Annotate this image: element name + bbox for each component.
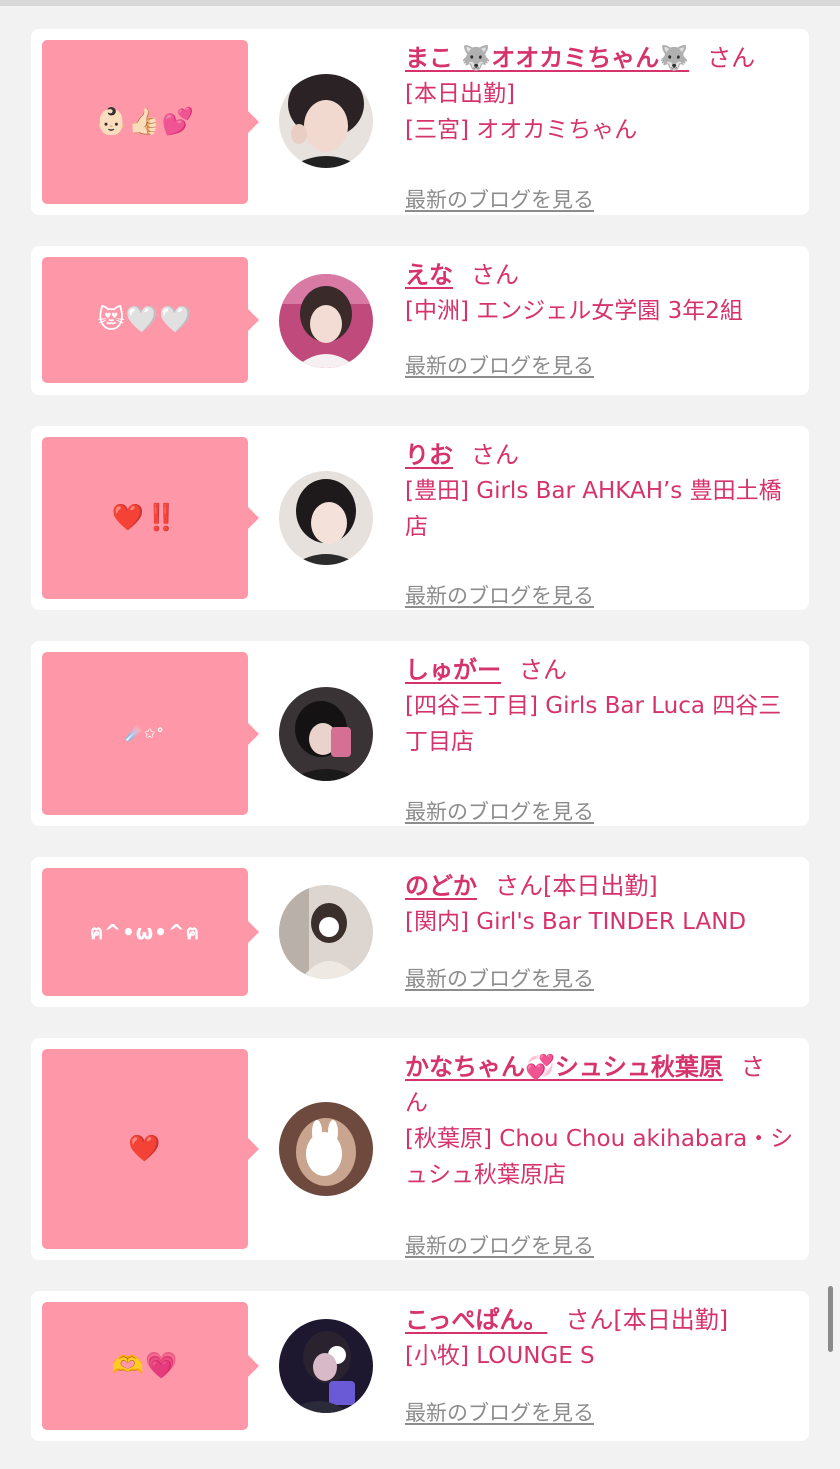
shop-line: [小牧] LOUNGE S xyxy=(405,1343,595,1369)
top-edge xyxy=(0,0,840,6)
girl-info: こっぺぱん。 さん[本日出勤] [小牧] LOUNGE S 最新のブログを見る xyxy=(405,1302,797,1425)
latest-blog-link[interactable]: 最新のブログを見る xyxy=(405,1397,594,1427)
girl-name-link[interactable]: のどか xyxy=(405,872,477,900)
girl-info: のどか さん[本日出勤] [関内] Girl's Bar TINDER LAND … xyxy=(405,868,797,991)
message-bubble: ❤️ xyxy=(42,1049,259,1249)
girl-name-link[interactable]: こっぺぱん。 xyxy=(405,1306,547,1334)
shop-line: [関内] Girl's Bar TINDER LAND xyxy=(405,909,747,935)
girl-card: 🫶💗 こっぺぱん。 さん[本日出勤] [小牧] LOUNGE S 最新のブログを見… xyxy=(31,1291,809,1441)
honorific: さん xyxy=(471,441,519,469)
latest-blog-link[interactable]: 最新のブログを見る xyxy=(405,580,594,610)
shop-line: ュシュ秋葉原店 xyxy=(405,1162,566,1188)
girl-card: 👶🏻👍🏻💕 まこ 🐺オオカミちゃん🐺 さん [本日出勤] [三宮] オオカミちゃん… xyxy=(31,29,809,215)
message-bubble: ฅ^•ω•^ฅ xyxy=(42,868,259,996)
girl-card: ☄️✩° しゅがー さん [四谷三丁目] Girls Bar Luca 四谷三 丁… xyxy=(31,641,809,826)
honorific: さん xyxy=(519,656,567,684)
shop-line: [中洲] エンジェル女学園 3年2組 xyxy=(405,298,743,324)
shop-line: [四谷三丁目] Girls Bar Luca 四谷三 xyxy=(405,693,782,719)
girl-name-link[interactable]: まこ 🐺オオカミちゃん🐺 xyxy=(405,44,689,72)
girl-info: まこ 🐺オオカミちゃん🐺 さん [本日出勤] [三宮] オオカミちゃん 最新のブロ… xyxy=(405,40,797,212)
shop-line: [豊田] Girls Bar AHKAH’s 豊田土橋 xyxy=(405,478,782,504)
girl-name-link[interactable]: えな xyxy=(405,261,453,289)
girl-name-link[interactable]: しゅがー xyxy=(405,656,501,684)
avatar[interactable] xyxy=(279,471,373,565)
honorific-status: さん[本日出勤] xyxy=(565,1306,729,1334)
girl-name-link[interactable]: りお xyxy=(405,441,453,469)
shop-line: [三宮] オオカミちゃん xyxy=(405,117,638,143)
avatar[interactable] xyxy=(279,1319,373,1413)
avatar[interactable] xyxy=(279,274,373,368)
shop-line: 丁目店 xyxy=(405,729,474,755)
girl-info: しゅがー さん [四谷三丁目] Girls Bar Luca 四谷三 丁目店 最新… xyxy=(405,652,797,824)
honorific: さん xyxy=(471,261,519,289)
shop-line: [秋葉原] Chou Chou akihabara・シ xyxy=(405,1126,794,1152)
latest-blog-link[interactable]: 最新のブログを見る xyxy=(405,963,594,993)
latest-blog-link[interactable]: 最新のブログを見る xyxy=(405,184,594,214)
status-line: [本日出勤] xyxy=(405,81,515,107)
message-bubble: 🫶💗 xyxy=(42,1302,259,1430)
honorific-status: さん[本日出勤] xyxy=(495,872,658,900)
honorific-wrap: ん xyxy=(405,1090,428,1116)
avatar[interactable] xyxy=(279,885,373,979)
scrollbar[interactable] xyxy=(828,1286,833,1352)
message-bubble: 😻🤍🤍 xyxy=(42,257,259,383)
girl-card: ฅ^•ω•^ฅ のどか さん[本日出勤] [関内] Girl's Bar TIND… xyxy=(31,857,809,1007)
shop-line: 店 xyxy=(405,514,428,540)
message-bubble: 👶🏻👍🏻💕 xyxy=(42,40,259,204)
latest-blog-link[interactable]: 最新のブログを見る xyxy=(405,1230,594,1260)
latest-blog-link[interactable]: 最新のブログを見る xyxy=(405,350,594,380)
honorific: さん xyxy=(707,44,756,72)
girl-card: ❤️‼️ りお さん [豊田] Girls Bar AHKAH’s 豊田土橋 店 … xyxy=(31,426,809,610)
girl-info: かなちゃん💞シュシュ秋葉原さ ん [秋葉原] Chou Chou akihaba… xyxy=(405,1049,797,1258)
girl-card: ❤️ かなちゃん💞シュシュ秋葉原さ ん [秋葉原] Chou Chou akih… xyxy=(31,1038,809,1260)
girl-info: りお さん [豊田] Girls Bar AHKAH’s 豊田土橋 店 最新のブロ… xyxy=(405,437,797,608)
avatar[interactable] xyxy=(279,74,373,168)
girl-name-link[interactable]: かなちゃん💞シュシュ秋葉原 xyxy=(405,1053,723,1081)
avatar[interactable] xyxy=(279,1102,373,1196)
message-bubble: ☄️✩° xyxy=(42,652,259,815)
girl-card: 😻🤍🤍 えな さん [中洲] エンジェル女学園 3年2組 最新のブログを見る xyxy=(31,246,809,395)
avatar[interactable] xyxy=(279,687,373,781)
message-bubble: ❤️‼️ xyxy=(42,437,259,599)
honorific: さ xyxy=(740,1053,765,1081)
girl-info: えな さん [中洲] エンジェル女学園 3年2組 最新のブログを見る xyxy=(405,257,797,378)
latest-blog-link[interactable]: 最新のブログを見る xyxy=(405,796,594,826)
